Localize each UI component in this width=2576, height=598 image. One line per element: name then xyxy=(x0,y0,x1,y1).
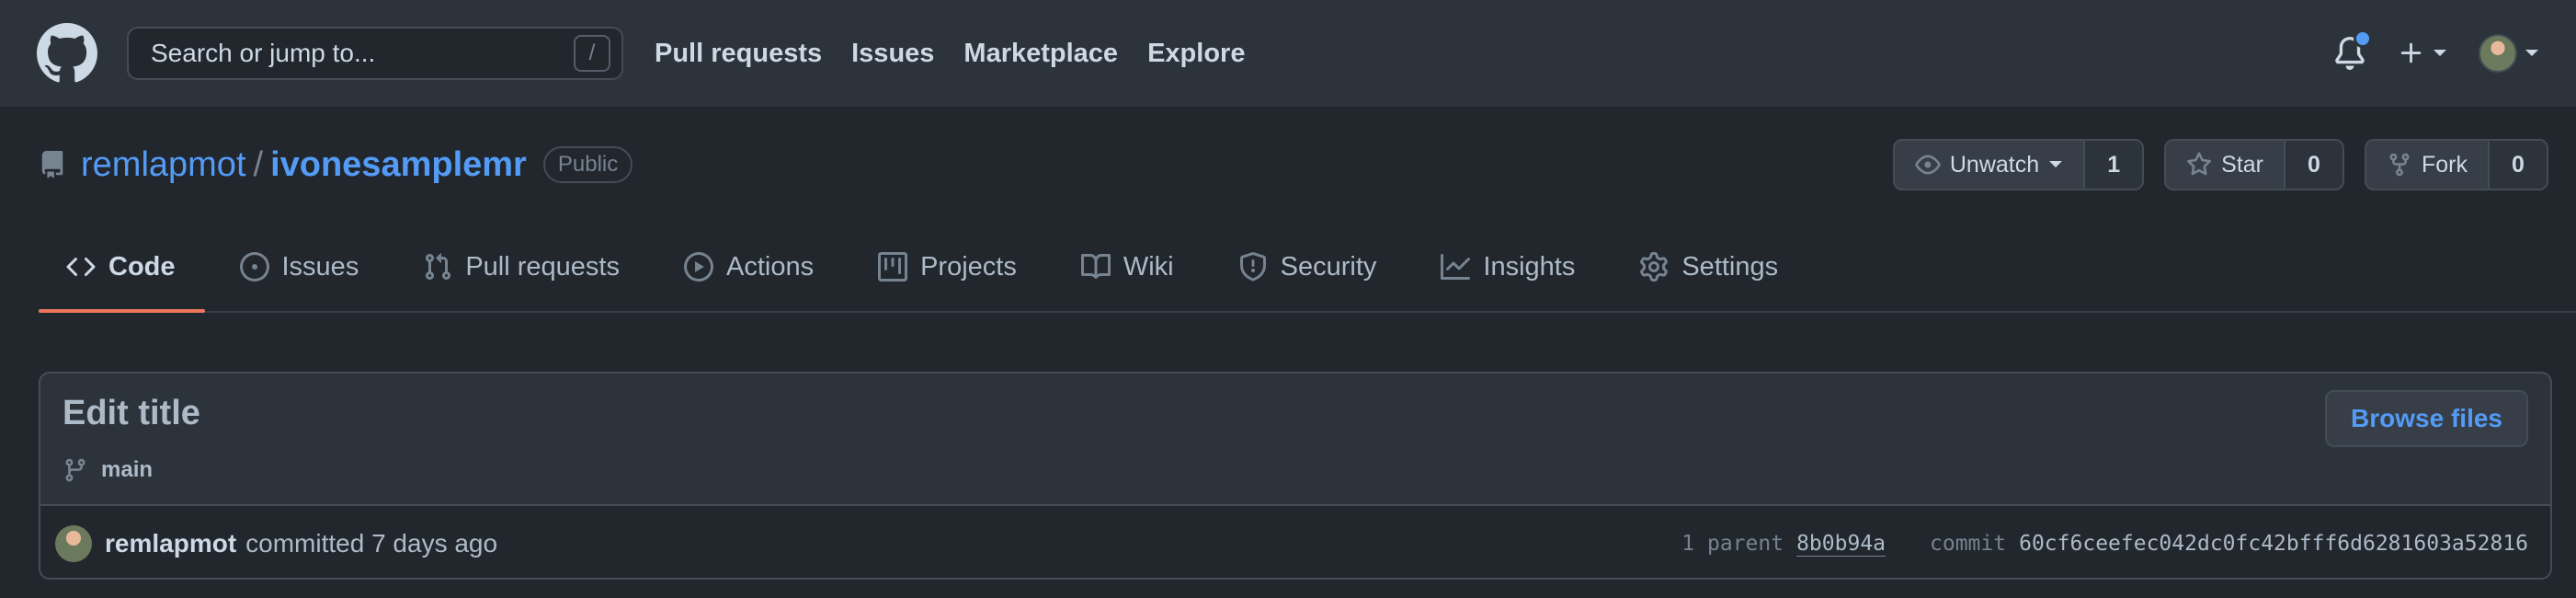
search-placeholder: Search or jump to... xyxy=(151,39,376,67)
plus-icon xyxy=(2400,42,2422,63)
tab-pull-requests[interactable]: Pull requests xyxy=(393,223,649,311)
forks-count[interactable]: 0 xyxy=(2490,141,2547,189)
table-icon xyxy=(878,252,908,282)
commit-time: committed 7 days ago xyxy=(245,529,498,558)
tab-projects[interactable]: Projects xyxy=(849,223,1046,311)
code-icon xyxy=(66,257,96,277)
fork-button[interactable]: Fork xyxy=(2366,141,2490,189)
shield-icon xyxy=(1239,252,1266,282)
star-label: Star xyxy=(2221,151,2263,178)
unwatch-button[interactable]: Unwatch xyxy=(1895,141,2086,189)
tab-code-label: Code xyxy=(108,251,176,282)
repo-owner-link[interactable]: remlapmot xyxy=(81,145,246,185)
tab-projects-label: Projects xyxy=(920,251,1017,282)
repo-tabs: Code Issues Pull requests Actions Projec… xyxy=(39,223,2576,313)
github-logo-icon[interactable] xyxy=(37,23,97,84)
git-branch-icon xyxy=(65,458,85,482)
watchers-count[interactable]: 1 xyxy=(2085,141,2143,189)
tab-issues-label: Issues xyxy=(281,251,359,282)
commit-label: commit xyxy=(1930,532,2007,556)
branch-indicator: main xyxy=(63,457,2528,483)
chevron-down-icon xyxy=(2434,50,2446,56)
watch-button-group: Unwatch 1 xyxy=(1892,139,2145,190)
global-nav: Pull requests Issues Marketplace Explore xyxy=(655,39,1245,69)
browse-files-button[interactable]: Browse files xyxy=(2325,390,2528,447)
avatar xyxy=(2479,34,2517,73)
tab-actions[interactable]: Actions xyxy=(655,223,843,311)
fork-icon xyxy=(2389,153,2410,177)
graph-icon xyxy=(1441,254,1471,280)
git-pull-request-icon xyxy=(426,253,451,281)
chevron-down-icon xyxy=(2525,50,2538,56)
tab-code[interactable]: Code xyxy=(39,223,205,313)
fork-label: Fork xyxy=(2422,151,2468,178)
user-menu-button[interactable] xyxy=(2479,34,2539,73)
book-icon xyxy=(1080,253,1111,279)
fork-button-group: Fork 0 xyxy=(2365,139,2548,190)
tab-security[interactable]: Security xyxy=(1209,223,1407,311)
notifications-button[interactable] xyxy=(2333,29,2372,70)
branch-name-link[interactable]: main xyxy=(101,457,153,483)
nav-explore[interactable]: Explore xyxy=(1147,39,1245,69)
repo-path-separator: / xyxy=(253,144,264,184)
gear-icon xyxy=(1640,252,1669,282)
repo-name-link[interactable]: ivonesamplemr xyxy=(270,145,527,185)
tab-security-label: Security xyxy=(1280,251,1377,282)
star-button[interactable]: Star xyxy=(2166,141,2285,189)
star-icon xyxy=(2187,152,2212,176)
visibility-badge: Public xyxy=(542,146,633,183)
star-button-group: Star 0 xyxy=(2164,139,2344,190)
parent-count-label: 1 parent xyxy=(1681,532,1784,556)
play-icon xyxy=(683,252,713,282)
commit-meta: remlapmot committed 7 days ago 1 parent … xyxy=(40,504,2550,578)
create-new-button[interactable] xyxy=(2398,40,2447,67)
nav-pull-requests[interactable]: Pull requests xyxy=(655,39,822,69)
author-avatar[interactable] xyxy=(55,525,92,562)
tab-settings[interactable]: Settings xyxy=(1610,223,1807,311)
global-header: Search or jump to... / Pull requests Iss… xyxy=(0,0,2576,107)
tab-settings-label: Settings xyxy=(1681,251,1779,282)
chevron-down-icon xyxy=(2049,161,2063,167)
commit-header: Edit title main Browse files xyxy=(40,374,2550,504)
commit-sha: 60cf6ceefec042dc0fc42bfff6d6281603a52816 xyxy=(2019,532,2528,556)
stars-count[interactable]: 0 xyxy=(2285,141,2342,189)
tab-wiki[interactable]: Wiki xyxy=(1052,223,1203,311)
repo-actions: Unwatch 1 Star 0 Fork 0 xyxy=(1892,139,2548,190)
tab-issues[interactable]: Issues xyxy=(211,223,389,311)
commit-sha-info: 1 parent 8b0b94a commit 60cf6ceefec042dc… xyxy=(1681,532,2528,557)
issue-opened-icon xyxy=(239,252,269,282)
repo-header: remlapmot / ivonesamplemr Public Unwatch… xyxy=(0,107,2576,223)
search-input[interactable]: Search or jump to... / xyxy=(127,27,623,80)
slash-shortcut-key: / xyxy=(574,35,610,72)
header-actions xyxy=(2333,29,2539,73)
commit-box: Edit title main Browse files remlapmot c… xyxy=(39,372,2552,580)
tab-insights[interactable]: Insights xyxy=(1411,223,1604,311)
tab-insights-label: Insights xyxy=(1483,251,1576,282)
eye-icon xyxy=(1915,155,1941,175)
tab-wiki-label: Wiki xyxy=(1123,251,1174,282)
nav-issues[interactable]: Issues xyxy=(851,39,934,69)
commit-title: Edit title xyxy=(63,394,200,432)
nav-marketplace[interactable]: Marketplace xyxy=(963,39,1118,69)
tab-pull-requests-label: Pull requests xyxy=(465,251,620,282)
author-link[interactable]: remlapmot xyxy=(105,529,236,558)
repo-icon xyxy=(41,151,63,178)
tab-actions-label: Actions xyxy=(725,251,815,282)
unwatch-label: Unwatch xyxy=(1949,151,2040,178)
unread-notification-dot xyxy=(2354,29,2372,48)
parent-sha-link[interactable]: 8b0b94a xyxy=(1796,532,1886,557)
